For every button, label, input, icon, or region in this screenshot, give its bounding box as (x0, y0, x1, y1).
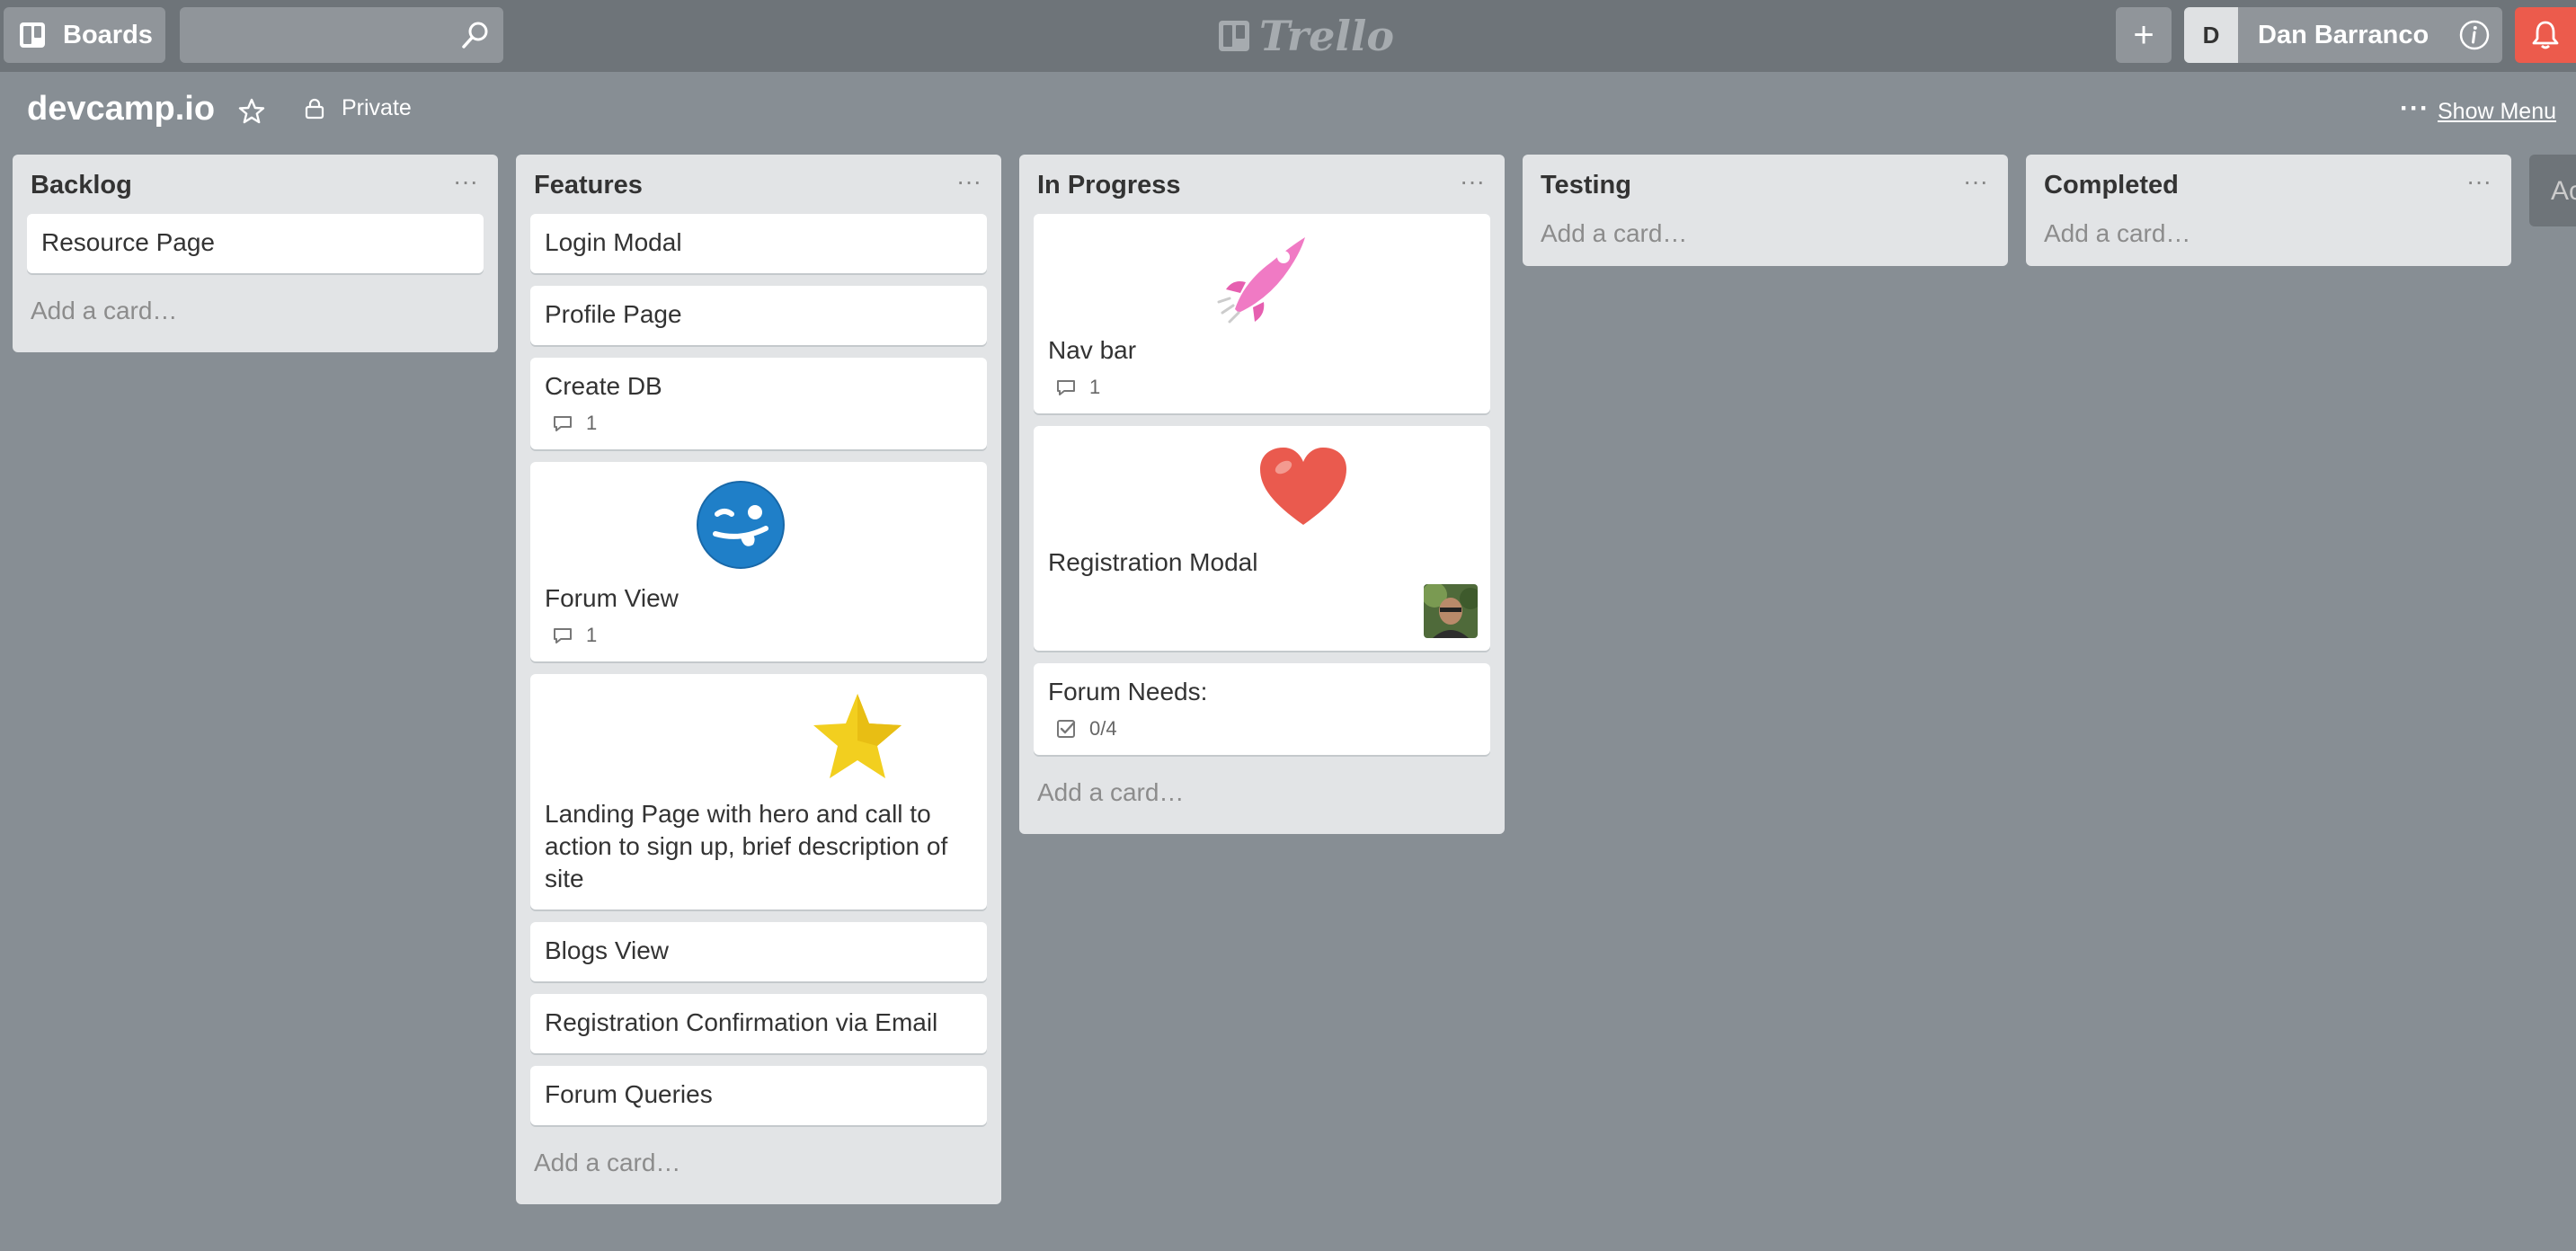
card-title: Create DB (545, 372, 662, 400)
board-title[interactable]: devcamp.io (27, 90, 215, 129)
add-card-button[interactable]: Add a card… (2026, 214, 2511, 266)
card[interactable]: Create DB 1 (530, 358, 987, 449)
sticker-area (545, 475, 973, 582)
card-title: Forum Needs: (1048, 678, 1208, 705)
list-in-progress: In Progress ··· Nav bar 1 Registration M… (1019, 155, 1505, 834)
card[interactable]: Profile Page (530, 286, 987, 345)
add-card-button[interactable]: Add a card… (13, 286, 498, 352)
card-title: Forum Queries (545, 1080, 713, 1108)
sticker-area (545, 687, 973, 798)
list-menu-icon[interactable]: ··· (956, 167, 982, 196)
card-title: Profile Page (545, 300, 682, 328)
add-card-button[interactable]: Add a card… (516, 1138, 1001, 1204)
notifications-button[interactable] (2515, 7, 2576, 63)
card[interactable]: Registration Confirmation via Email (530, 994, 987, 1053)
comment-icon (554, 628, 572, 643)
card[interactable]: Blogs View (530, 922, 987, 981)
list-title[interactable]: In Progress (1037, 171, 1181, 200)
add-list-button[interactable]: Ac (2529, 155, 2576, 226)
show-menu-link[interactable]: Show Menu (2438, 99, 2556, 125)
user-menu-button[interactable]: D Dan Barranco (2184, 7, 2479, 63)
search-input[interactable] (180, 7, 503, 63)
list-header: In Progress ··· (1019, 155, 1505, 214)
card[interactable]: Registration Modal (1034, 426, 1490, 651)
sticker-area (1048, 226, 1476, 334)
member-photo (1424, 584, 1478, 638)
list-menu-icon[interactable]: ··· (1963, 167, 1988, 196)
checklist-badge: 0/4 (1055, 717, 1476, 741)
heart-sticker (1255, 442, 1352, 532)
sticker-area (1048, 439, 1476, 546)
list-title[interactable]: Backlog (31, 171, 132, 200)
user-avatar: D (2184, 7, 2238, 63)
plus-icon: + (2133, 14, 2154, 55)
card[interactable]: Nav bar 1 (1034, 214, 1490, 413)
logo-text: Trello (1259, 12, 1395, 60)
comment-icon (554, 416, 572, 431)
list-title[interactable]: Testing (1541, 171, 1631, 200)
card[interactable]: Forum Queries (530, 1066, 987, 1125)
comments-count: 1 (586, 412, 598, 434)
list-features: Features ··· Login Modal Profile Page Cr… (516, 155, 1001, 1204)
list-menu-icon[interactable]: ··· (453, 167, 478, 196)
rocket-sticker (1217, 227, 1315, 324)
list-menu-icon[interactable]: ··· (1460, 167, 1485, 196)
visibility-label: Private (342, 95, 412, 120)
trello-logo[interactable]: Trello (1218, 12, 1395, 60)
card-title: Registration Modal (1048, 548, 1258, 576)
card-title: Forum View (545, 584, 679, 612)
list-title[interactable]: Features (534, 171, 643, 200)
card[interactable]: Landing Page with hero and call to actio… (530, 674, 987, 909)
card-title: Landing Page with hero and call to actio… (545, 800, 948, 892)
top-header: Boards Trello + D Dan Barranco (0, 0, 2576, 72)
list-title[interactable]: Completed (2044, 171, 2179, 200)
list-header: Features ··· (516, 155, 1001, 214)
star-icon[interactable] (237, 97, 266, 126)
card-title: Resource Page (41, 228, 216, 256)
bell-icon (2532, 21, 2559, 49)
visibility-button[interactable]: Private (304, 95, 412, 121)
list-backlog: Backlog ··· Resource Page Add a card… (13, 155, 498, 352)
card-title: Registration Confirmation via Email (545, 1008, 938, 1036)
star-sticker (805, 687, 910, 787)
comments-badge: 1 (1055, 376, 1476, 399)
card[interactable]: Resource Page (27, 214, 484, 273)
list-menu-icon[interactable]: ··· (2466, 167, 2492, 196)
card-title: Login Modal (545, 228, 682, 256)
list-completed: Completed ··· Add a card… (2026, 155, 2511, 266)
card-title: Nav bar (1048, 336, 1137, 364)
add-list-label: Ac (2551, 176, 2576, 206)
comment-icon (1057, 380, 1075, 395)
add-card-button[interactable]: Add a card… (1019, 767, 1505, 834)
boards-icon (20, 22, 45, 48)
more-icon[interactable]: ··· (2400, 93, 2429, 124)
list-testing: Testing ··· Add a card… (1523, 155, 2008, 266)
comments-count: 1 (586, 624, 598, 646)
card[interactable]: Forum Needs: 0/4 (1034, 663, 1490, 755)
user-name: Dan Barranco (2258, 20, 2429, 49)
search-icon (462, 22, 488, 49)
info-button[interactable] (2447, 7, 2502, 63)
wink-face-sticker (692, 476, 789, 573)
comments-count: 1 (1089, 376, 1101, 398)
member-avatar[interactable] (1424, 584, 1478, 638)
comments-badge: 1 (552, 624, 973, 647)
trello-logo-icon (1219, 21, 1249, 51)
card[interactable]: Login Modal (530, 214, 987, 273)
checklist-count: 0/4 (1089, 717, 1117, 740)
card-title: Blogs View (545, 936, 670, 964)
list-header: Testing ··· (1523, 155, 2008, 214)
boards-label: Boards (63, 20, 153, 49)
add-button[interactable]: + (2116, 7, 2172, 63)
lock-icon (305, 98, 324, 119)
card[interactable]: Forum View 1 (530, 462, 987, 661)
boards-button[interactable]: Boards (4, 7, 165, 63)
info-icon (2459, 20, 2490, 50)
list-header: Backlog ··· (13, 155, 498, 214)
list-header: Completed ··· (2026, 155, 2511, 214)
checklist-icon (1057, 720, 1076, 738)
add-card-button[interactable]: Add a card… (1523, 214, 2008, 266)
comments-badge: 1 (552, 412, 973, 435)
